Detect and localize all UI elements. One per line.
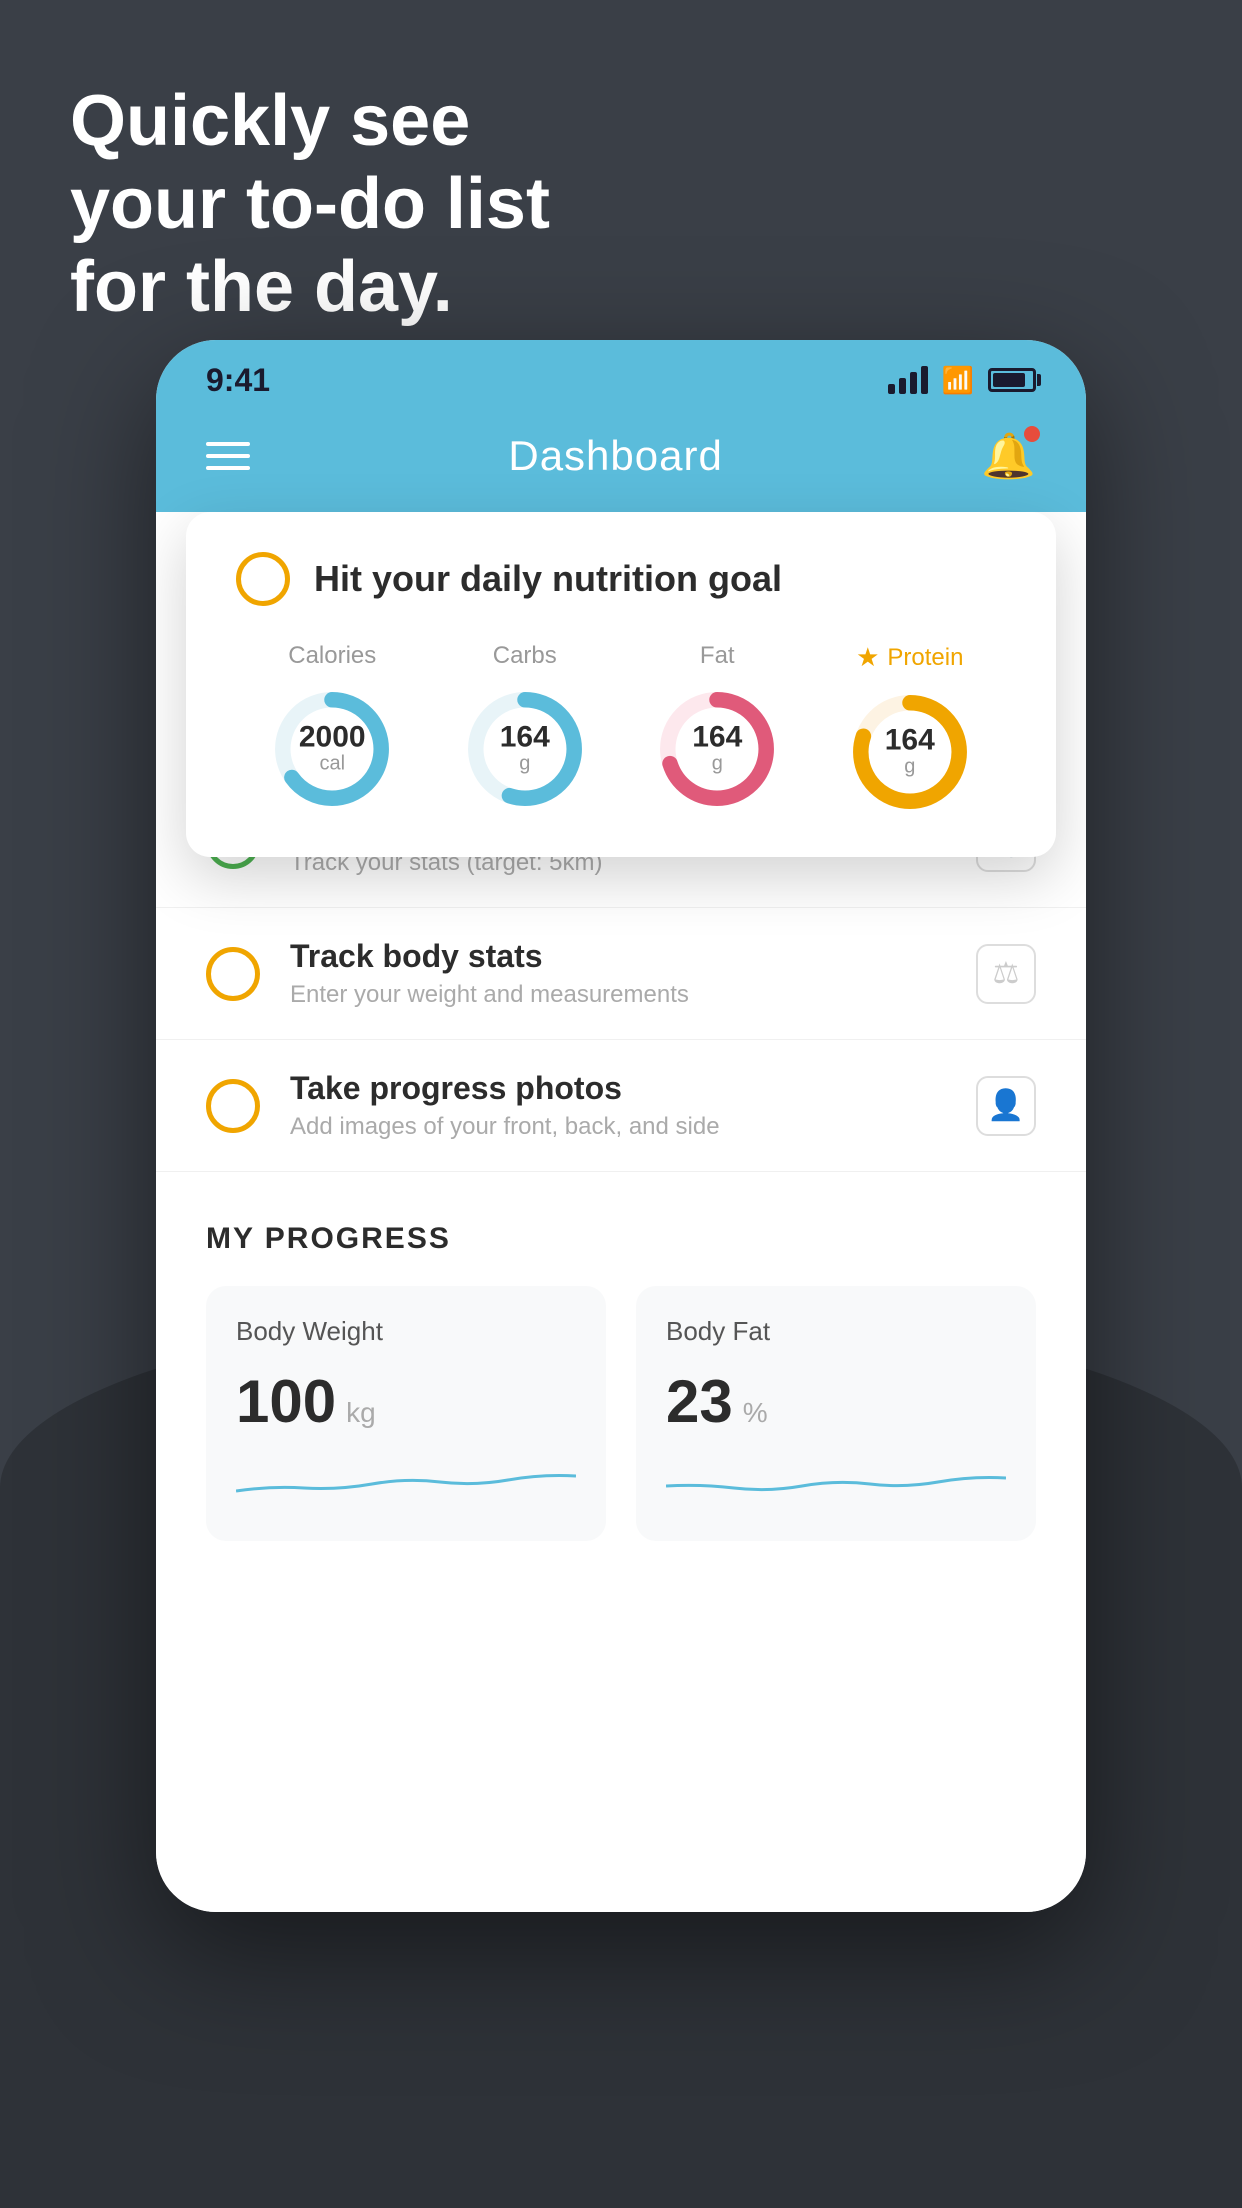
macros-row: Calories 2000 cal Carbs (236, 642, 1006, 817)
macro-calories: Calories 2000 cal (267, 642, 397, 814)
calories-value: 2000 cal (299, 723, 366, 776)
progress-cards: Body Weight 100 kg Body Fat 23 % (206, 1286, 1036, 1541)
body-fat-title: Body Fat (666, 1316, 1006, 1347)
photos-subtitle: Add images of your front, back, and side (290, 1113, 946, 1141)
phone-mockup: 9:41 📶 Dashboard 🔔 (156, 340, 1086, 1912)
nutrition-card[interactable]: Hit your daily nutrition goal Calories 2… (186, 512, 1056, 857)
body-fat-value-row: 23 % (666, 1367, 1006, 1436)
body-weight-value-row: 100 kg (236, 1367, 576, 1436)
scale-icon: ⚖ (993, 956, 1020, 991)
body-weight-card[interactable]: Body Weight 100 kg (206, 1286, 606, 1541)
body-fat-card[interactable]: Body Fat 23 % (636, 1286, 1036, 1541)
macro-fat: Fat 164 g (652, 642, 782, 814)
body-stats-radio[interactable] (206, 947, 260, 1001)
carbs-value: 164 g (500, 723, 550, 776)
fat-value: 164 g (692, 723, 742, 776)
nav-title: Dashboard (508, 432, 722, 480)
nutrition-title: Hit your daily nutrition goal (314, 558, 782, 600)
body-weight-unit: kg (346, 1397, 376, 1429)
progress-section: MY PROGRESS Body Weight 100 kg Body Fat (156, 1172, 1086, 1581)
macro-fat-label: Fat (700, 642, 735, 670)
protein-donut: 164 g (845, 687, 975, 817)
body-stats-icon-box: ⚖ (976, 944, 1036, 1004)
fat-donut: 164 g (652, 684, 782, 814)
macro-protein-label: ★ Protein (856, 642, 963, 673)
hero-text: Quickly see your to-do list for the day. (70, 80, 550, 328)
todo-body-stats[interactable]: Track body stats Enter your weight and m… (156, 908, 1086, 1040)
body-weight-value: 100 (236, 1367, 336, 1436)
notification-badge (1024, 426, 1040, 442)
phone-content: THINGS TO DO TODAY Hit your daily nutrit… (156, 512, 1086, 1912)
carbs-donut: 164 g (460, 684, 590, 814)
body-weight-sparkline (236, 1456, 576, 1506)
wifi-icon: 📶 (942, 365, 974, 396)
photos-title: Take progress photos (290, 1070, 946, 1107)
card-header: Hit your daily nutrition goal (236, 552, 1006, 606)
macro-calories-label: Calories (288, 642, 376, 670)
menu-button[interactable] (206, 442, 250, 470)
signal-icon (888, 366, 928, 394)
body-stats-text: Track body stats Enter your weight and m… (290, 938, 946, 1009)
body-fat-unit: % (743, 1397, 768, 1429)
body-stats-title: Track body stats (290, 938, 946, 975)
star-icon: ★ (856, 642, 879, 673)
protein-value: 164 g (885, 726, 935, 779)
status-bar: 9:41 📶 (156, 340, 1086, 410)
photo-icon: 👤 (987, 1088, 1024, 1123)
macro-carbs: Carbs 164 g (460, 642, 590, 814)
body-fat-value: 23 (666, 1367, 733, 1436)
notifications-button[interactable]: 🔔 (981, 430, 1036, 482)
body-fat-sparkline (666, 1456, 1006, 1506)
photos-icon-box: 👤 (976, 1076, 1036, 1136)
status-time: 9:41 (206, 362, 270, 399)
body-stats-subtitle: Enter your weight and measurements (290, 981, 946, 1009)
calories-donut: 2000 cal (267, 684, 397, 814)
nutrition-radio[interactable] (236, 552, 290, 606)
photos-radio[interactable] (206, 1079, 260, 1133)
nav-bar: Dashboard 🔔 (156, 410, 1086, 512)
photos-text: Take progress photos Add images of your … (290, 1070, 946, 1141)
body-weight-title: Body Weight (236, 1316, 576, 1347)
progress-section-title: MY PROGRESS (206, 1222, 1036, 1256)
macro-protein: ★ Protein 164 g (845, 642, 975, 817)
todo-photos[interactable]: Take progress photos Add images of your … (156, 1040, 1086, 1172)
macro-carbs-label: Carbs (493, 642, 557, 670)
status-icons: 📶 (888, 365, 1036, 396)
battery-icon (988, 368, 1036, 392)
